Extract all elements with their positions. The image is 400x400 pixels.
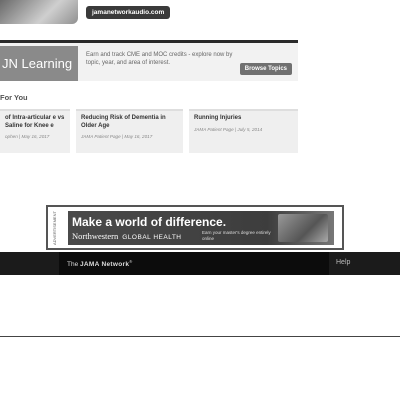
logo-prefix: The <box>67 261 79 269</box>
for-you-cards: of Intra-articular e vs Saline for Knee … <box>0 109 300 153</box>
card-title[interactable]: of Intra-articular e vs Saline for Knee … <box>5 115 65 130</box>
logo-name: JAMA Network <box>80 261 130 269</box>
card-meta: JAMA Patient Page | July 5, 2014 <box>194 126 263 132</box>
divider <box>0 336 400 337</box>
article-thumbnail[interactable] <box>0 0 78 24</box>
ad-headline: Make a world of difference. <box>72 215 227 229</box>
list-item[interactable]: Reducing Risk of Dementia in Older Age J… <box>76 109 183 153</box>
ad-tagline: Earn your master's degree entirely onlin… <box>202 230 271 241</box>
list-item[interactable]: Running Injuries JAMA Patient Page | Jul… <box>189 109 298 153</box>
card-meta: ophen | May 16, 2017 <box>5 134 50 139</box>
card-title[interactable]: Reducing Risk of Dementia in Older Age <box>81 115 178 130</box>
ad-brand: Northwestern GLOBAL HEALTH <box>72 231 182 241</box>
logo-mark: ® <box>129 259 133 264</box>
jn-learning-description: Earn and track CME and MOC credits - exp… <box>86 52 233 66</box>
jn-learning-title[interactable]: JN Learning <box>0 46 78 81</box>
ad-side-label: ADVERTISEMENT <box>52 211 57 245</box>
jn-learning-banner: JN Learning Earn and track CME and MOC c… <box>0 40 298 81</box>
site-footer: The JAMA Network® Help <box>0 252 400 275</box>
ad-brand-name: Northwestern <box>72 231 119 241</box>
ad-photo <box>278 214 328 242</box>
audio-link[interactable]: jamanetworkaudio.com <box>86 6 171 19</box>
ad-brand-sub: GLOBAL HEALTH <box>122 234 182 241</box>
advertisement-banner[interactable]: ADVERTISEMENT Make a world of difference… <box>46 205 344 250</box>
help-link[interactable]: Help <box>336 259 350 266</box>
footer-brand-bar: The JAMA Network® <box>59 252 329 275</box>
jama-network-logo[interactable]: The JAMA Network® <box>67 259 132 268</box>
card-title[interactable]: Running Injuries <box>194 115 293 123</box>
ad-creative[interactable]: Make a world of difference. Northwestern… <box>68 211 334 245</box>
for-you-heading: For You <box>0 93 28 102</box>
card-meta: JAMA Patient Page | May 16, 2017 <box>81 134 153 139</box>
list-item[interactable]: of Intra-articular e vs Saline for Knee … <box>0 109 70 153</box>
browse-topics-button[interactable]: Browse Topics <box>239 63 292 75</box>
